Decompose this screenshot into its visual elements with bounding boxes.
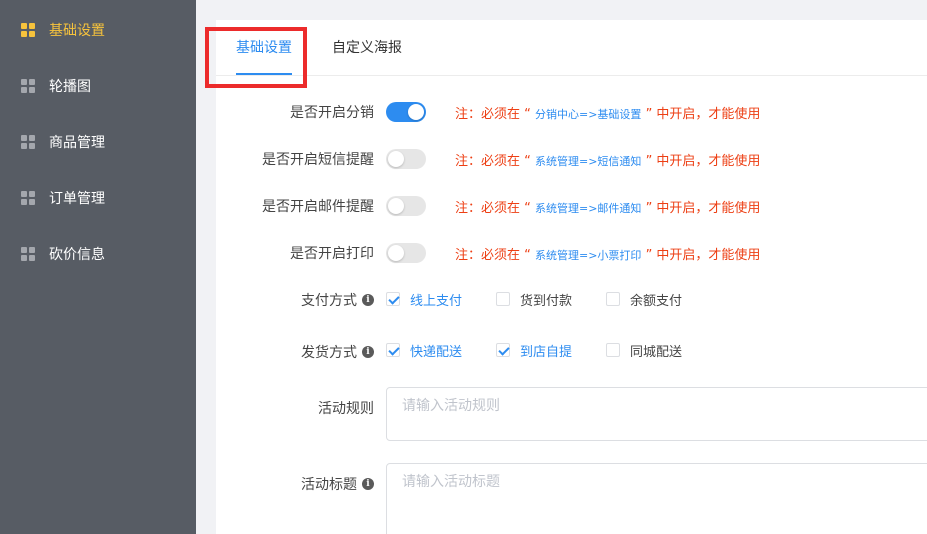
delivery-method-label: 发货方式 i <box>301 342 374 362</box>
grid-icon <box>21 135 35 149</box>
cash-on-delivery-checkbox[interactable] <box>496 292 510 306</box>
sidebar-item-label: 砍价信息 <box>49 247 105 263</box>
online-payment-label[interactable]: 线上支付 <box>410 290 462 309</box>
balance-payment-label[interactable]: 余额支付 <box>630 290 682 309</box>
cash-on-delivery-label[interactable]: 货到付款 <box>520 290 572 309</box>
email-reminder-note: 注：必须在 “ 系统管理=>邮件通知 ” 中开启，才能使用 <box>455 201 761 216</box>
grid-icon <box>21 79 35 93</box>
sidebar-item-label: 订单管理 <box>49 191 105 207</box>
email-reminder-switch[interactable] <box>386 196 426 216</box>
sidebar-item-label: 轮播图 <box>49 79 91 95</box>
balance-payment-checkbox[interactable] <box>606 292 620 306</box>
sidebar-item-basic-settings[interactable]: 基础设置 <box>0 2 196 58</box>
info-icon[interactable]: i <box>362 294 374 306</box>
sidebar-item-bargain[interactable]: 砍价信息 <box>0 226 196 282</box>
same-city-delivery-checkbox[interactable] <box>606 343 620 357</box>
sidebar-item-carousel[interactable]: 轮播图 <box>0 58 196 114</box>
sms-reminder-label: 是否开启短信提醒 <box>262 152 374 168</box>
store-pickup-checkbox[interactable] <box>496 343 510 357</box>
same-city-delivery-label[interactable]: 同城配送 <box>630 341 682 360</box>
print-note: 注：必须在 “ 系统管理=>小票打印 ” 中开启，才能使用 <box>455 248 761 263</box>
email-reminder-label: 是否开启邮件提醒 <box>262 199 374 215</box>
distribution-label: 是否开启分销 <box>290 105 374 121</box>
activity-rules-label: 活动规则 <box>318 401 374 417</box>
print-label: 是否开启打印 <box>290 246 374 262</box>
tab-bar <box>216 20 927 76</box>
settings-panel <box>216 20 927 534</box>
grid-icon <box>21 247 35 261</box>
activity-title-input[interactable] <box>386 463 927 534</box>
store-pickup-label[interactable]: 到店自提 <box>520 341 572 360</box>
activity-rules-input[interactable] <box>386 387 927 441</box>
online-payment-checkbox[interactable] <box>386 292 400 306</box>
express-delivery-label[interactable]: 快递配送 <box>410 341 462 360</box>
sidebar: 基础设置 轮播图 商品管理 订单管理 砍价信息 <box>0 0 196 534</box>
tab-custom-poster[interactable]: 自定义海报 <box>332 20 402 76</box>
grid-icon <box>21 191 35 205</box>
sms-reminder-note: 注：必须在 “ 系统管理=>短信通知 ” 中开启，才能使用 <box>455 154 761 169</box>
info-icon[interactable]: i <box>362 346 374 358</box>
print-switch[interactable] <box>386 243 426 263</box>
express-delivery-checkbox[interactable] <box>386 343 400 357</box>
sidebar-item-orders[interactable]: 订单管理 <box>0 170 196 226</box>
distribution-switch[interactable] <box>386 102 426 122</box>
sidebar-item-products[interactable]: 商品管理 <box>0 114 196 170</box>
sms-reminder-switch[interactable] <box>386 149 426 169</box>
highlight-annotation-box <box>205 27 307 88</box>
sidebar-item-label: 商品管理 <box>49 135 105 151</box>
activity-title-label: 活动标题 i <box>301 474 374 494</box>
info-icon[interactable]: i <box>362 478 374 490</box>
payment-method-label: 支付方式 i <box>301 290 374 310</box>
distribution-note: 注：必须在 “ 分销中心=>基础设置 ” 中开启，才能使用 <box>455 107 761 122</box>
sidebar-item-label: 基础设置 <box>49 23 105 39</box>
grid-icon <box>21 23 35 37</box>
